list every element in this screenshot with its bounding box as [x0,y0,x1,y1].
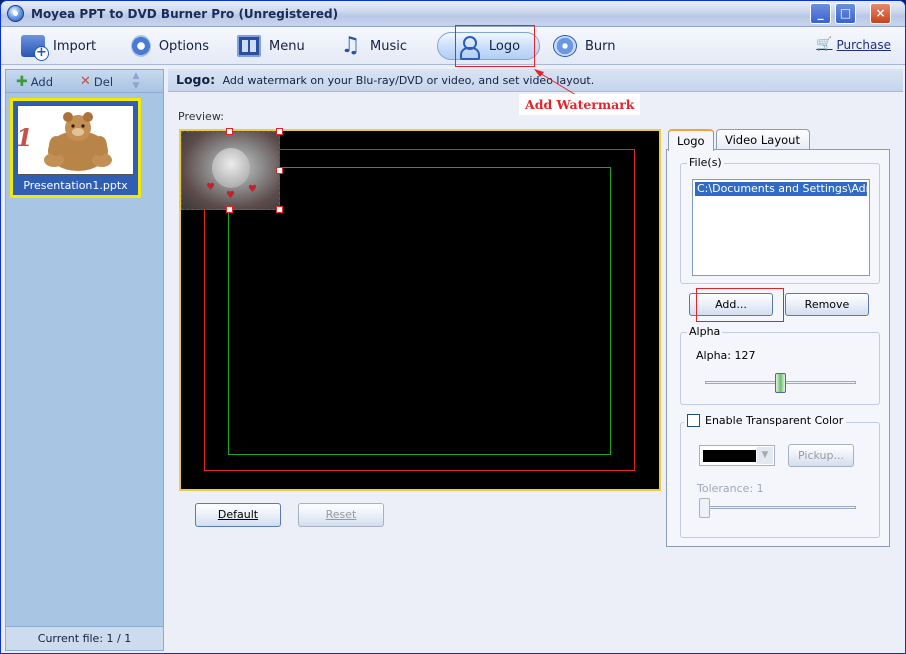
music-button[interactable]: ♫ Music [333,32,413,60]
tab-video-layout[interactable]: Video Layout [716,129,810,150]
add-slide-button[interactable]: ✚ Add [16,74,53,90]
default-label: Default [217,508,259,521]
main-toolbar: Import Options Menu ♫ Music Logo Burn 🛒 … [1,27,905,65]
tolerance-label: Tolerance: 1 [697,482,764,495]
current-file-status: Current file: 1 / 1 [6,626,163,650]
watermark-image [212,148,250,188]
delete-icon: ✕ [80,74,91,89]
reset-label: Reset [325,508,357,521]
remove-logo-label: Remove [804,298,850,311]
purchase-label: Purchase [836,37,892,52]
options-icon [131,35,151,57]
resize-handle[interactable] [276,206,283,213]
cart-icon: 🛒 [816,37,833,52]
logo-tab-panel: File(s) C:\Documents and Settings\Admini… [666,149,890,547]
add-label: Add [30,75,53,89]
heart-icon: ♥ [248,184,257,195]
resize-handle[interactable] [226,206,233,213]
heart-icon: ♥ [226,190,235,201]
slide-number: 1 [16,123,33,152]
import-icon [21,35,49,61]
page-description: Add watermark on your Blu-ray/DVD or vid… [222,74,595,87]
slide-thumbnail[interactable]: 1 Presentation1.pptx [10,98,141,198]
app-window: Moyea PPT to DVD Burner Pro (Unregistere… [0,0,906,654]
tolerance-slider-track[interactable] [699,506,856,509]
transparent-color-group: Enable Transparent Color ▼ Pickup... Tol… [680,414,880,538]
file-list-item[interactable]: C:\Documents and Settings\Adminis [695,182,867,196]
transparent-header: Enable Transparent Color [684,414,847,427]
file-list[interactable]: C:\Documents and Settings\Adminis [692,179,870,276]
remove-logo-button[interactable]: Remove [785,293,869,316]
slide-caption: Presentation1.pptx [23,179,128,192]
add-highlight-box [696,288,784,322]
slides-toolbar: ✚ Add ✕ Del ▲ ▼ [6,70,163,93]
import-label: Import [53,38,97,54]
del-label: Del [93,74,114,89]
settings-tabs: Logo Video Layout File(s) C:\Documents a… [666,129,890,547]
pickup-button[interactable]: Pickup... [788,444,854,467]
page-title: Logo: [176,72,216,87]
logo-page: Logo: Add watermark on your Blu-ray/DVD … [168,69,903,651]
plus-icon: ✚ [16,74,28,90]
purchase-link[interactable]: 🛒 Purchase [816,37,891,52]
window-title: Moyea PPT to DVD Burner Pro (Unregistere… [31,7,339,21]
action-safe-area [228,167,611,455]
burn-button[interactable]: Burn [547,32,627,60]
pickup-label: Pickup... [798,449,844,462]
reset-button[interactable]: Reset [298,503,384,527]
default-button[interactable]: Default [195,503,281,527]
maximize-button[interactable]: □ [835,3,856,24]
files-group: File(s) C:\Documents and Settings\Admini… [680,156,880,284]
color-swatch [703,450,756,462]
arrow-down-icon[interactable]: ▼ [130,81,142,91]
preview-label: Preview: [178,110,224,123]
minimize-button[interactable]: _ [810,3,831,24]
alpha-group: Alpha Alpha: 127 [680,325,880,405]
reorder-arrows[interactable]: ▲ ▼ [130,71,142,91]
transparent-checkbox[interactable] [687,414,700,427]
music-label: Music [370,38,407,54]
chevron-down-icon[interactable]: ▼ [757,447,773,464]
delete-slide-button[interactable]: ✕ Del [80,74,113,89]
menu-icon [237,35,261,57]
title-bar[interactable]: Moyea PPT to DVD Burner Pro (Unregistere… [1,1,905,27]
teddy-bear-image [44,112,112,171]
transparent-label: Enable Transparent Color [705,414,844,427]
logo-highlight-box [455,25,535,67]
alpha-group-title: Alpha [687,325,723,338]
menu-button[interactable]: Menu [231,32,311,60]
annotation-label: Add Watermark [519,94,641,115]
arrow-up-icon[interactable]: ▲ [130,71,142,81]
watermark-logo[interactable]: ♥ ♥ ♥ [181,131,280,210]
resize-handle[interactable] [276,167,283,174]
files-group-title: File(s) [687,156,724,169]
options-button[interactable]: Options [125,32,215,60]
burn-label: Burn [585,38,616,54]
resize-handle[interactable] [276,128,283,135]
app-logo-icon [7,5,24,22]
options-label: Options [158,38,209,54]
video-preview[interactable]: ♥ ♥ ♥ [179,128,661,491]
slide-preview-image [17,105,134,175]
music-icon: ♫ [340,33,361,58]
tab-logo[interactable]: Logo [668,129,714,151]
alpha-slider-thumb[interactable] [774,373,786,393]
alpha-value-label: Alpha: 127 [696,349,756,362]
tolerance-slider-thumb[interactable] [699,498,710,518]
close-button[interactable]: × [870,3,891,24]
heart-icon: ♥ [206,182,215,193]
page-header: Logo: Add watermark on your Blu-ray/DVD … [168,69,903,92]
color-dropdown[interactable]: ▼ [699,445,775,466]
slides-panel: ✚ Add ✕ Del ▲ ▼ 1 Presentation1.pptx Cur… [5,69,164,651]
import-button[interactable]: Import [15,32,105,61]
resize-handle[interactable] [226,128,233,135]
menu-label: Menu [269,38,305,54]
burn-icon [553,35,577,57]
